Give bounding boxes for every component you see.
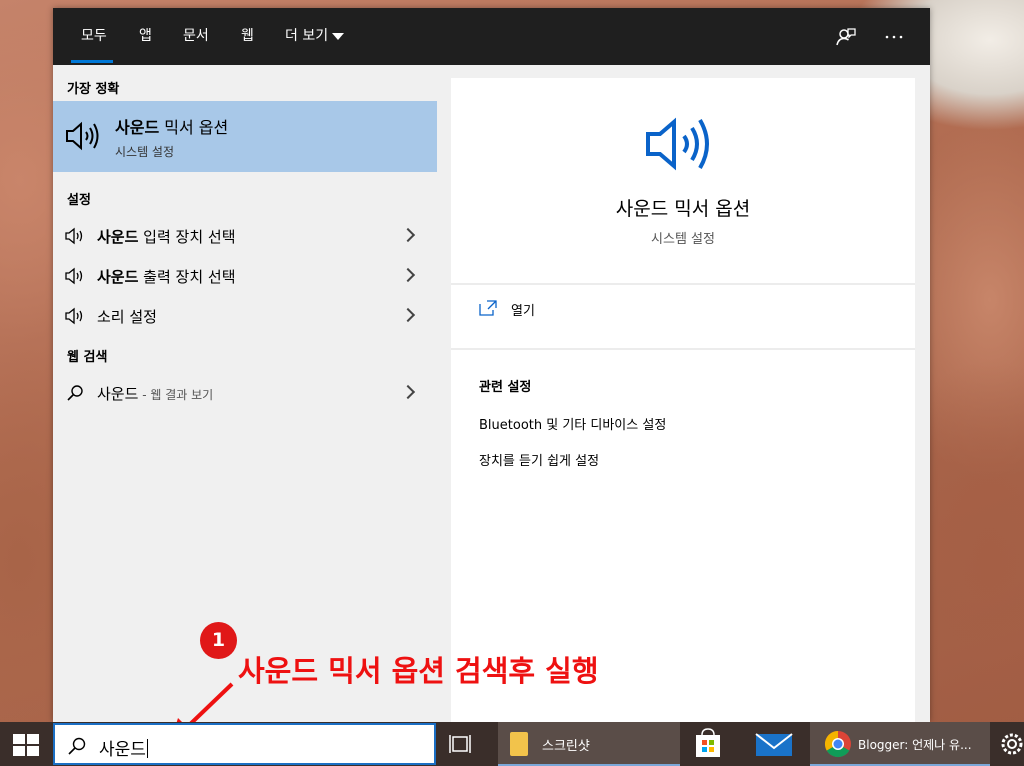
chevron-right-icon (400, 227, 416, 243)
chevron-down-icon (332, 32, 345, 40)
tab-documents[interactable]: 문서 (183, 24, 209, 48)
tab-more-label: 더 보기 (285, 28, 329, 44)
store-icon (696, 728, 720, 757)
text-cursor (146, 739, 148, 758)
related-link-hearing[interactable]: 장치를 듣기 쉽게 설정 (479, 450, 599, 469)
tab-all[interactable]: 모두 (81, 24, 107, 48)
task-view-icon (449, 735, 471, 753)
tab-more[interactable]: 더 보기 (285, 24, 345, 48)
mail-icon (755, 733, 793, 756)
best-match-result[interactable]: 사운드 믹서 옵션 시스템 설정 (53, 101, 437, 172)
folder-icon (510, 732, 528, 756)
taskbar-app-store[interactable] (688, 722, 728, 766)
speaker-icon (646, 117, 709, 171)
settings-item-label: 사운드 입력 장치 선택 (97, 228, 236, 246)
task-view-button[interactable] (444, 722, 478, 766)
search-filter-bar: 모두 앱 문서 웹 더 보기 (53, 8, 930, 65)
chevron-right-icon (400, 384, 416, 400)
settings-item-label: 사운드 출력 장치 선택 (97, 268, 236, 286)
settings-item-output-device[interactable]: 사운드 출력 장치 선택 (53, 258, 437, 294)
web-search-label: 사운드 - 웹 결과 보기 (97, 385, 214, 403)
taskbar-app-folder[interactable]: 스크린샷 (498, 722, 680, 766)
search-icon (67, 385, 83, 401)
search-icon (68, 737, 86, 755)
gear-icon (1001, 733, 1023, 755)
preview-subtitle: 시스템 설정 (651, 232, 715, 247)
search-query: 사운드 (99, 739, 148, 760)
settings-heading: 설정 (67, 193, 91, 208)
settings-item-sound-settings[interactable]: 소리 설정 (53, 298, 437, 334)
web-search-heading: 웹 검색 (67, 350, 108, 365)
preview-pane: 사운드 믹서 옵션 시스템 설정 열기 관련 설정 Bluetooth 및 기타… (451, 78, 915, 722)
related-link-bluetooth[interactable]: Bluetooth 및 기타 디바이스 설정 (479, 414, 666, 433)
taskbar-app-label: Blogger: 언제나 유... (858, 738, 972, 752)
taskbar-app-mail[interactable] (748, 722, 800, 766)
web-search-item[interactable]: 사운드 - 웹 결과 보기 (53, 375, 437, 411)
feedback-icon[interactable] (833, 24, 859, 50)
speaker-icon (65, 267, 83, 285)
settings-item-label: 소리 설정 (97, 308, 157, 326)
annotation-badge: 1 (200, 622, 237, 659)
speaker-icon (65, 227, 83, 245)
chrome-icon (824, 730, 851, 758)
annotation-text: 사운드 믹서 옵션 검색후 실행 (238, 654, 599, 688)
taskbar-app-chrome[interactable]: Blogger: 언제나 유... (810, 722, 990, 766)
preview-title: 사운드 믹서 옵션 (615, 198, 751, 220)
chevron-right-icon (400, 267, 416, 283)
settings-item-input-device[interactable]: 사운드 입력 장치 선택 (53, 218, 437, 254)
open-external-icon (479, 300, 497, 316)
chevron-right-icon (400, 307, 416, 323)
divider (451, 348, 915, 350)
related-settings-heading: 관련 설정 (479, 380, 532, 395)
start-button[interactable] (0, 722, 52, 766)
active-tab-indicator (71, 60, 113, 63)
windows-logo-icon (13, 734, 39, 756)
divider (451, 283, 915, 285)
speaker-icon (65, 307, 83, 325)
best-match-subtitle: 시스템 설정 (115, 145, 175, 159)
speaker-icon (66, 121, 99, 151)
best-match-title: 사운드 믹서 옵션 (115, 118, 229, 137)
open-label: 열기 (511, 304, 535, 319)
results-list: 가장 정확 사운드 믹서 옵션 시스템 설정 설정 사운드 입력 장치 선택 사… (53, 65, 437, 722)
tab-web[interactable]: 웹 (241, 24, 254, 48)
more-options-icon[interactable] (881, 24, 907, 50)
tab-apps[interactable]: 앱 (139, 24, 152, 48)
taskbar-search-input[interactable]: 사운드 (53, 723, 436, 765)
taskbar-app-label: 스크린샷 (542, 739, 590, 754)
taskbar-app-settings[interactable] (994, 722, 1024, 766)
taskbar: 사운드 스크린샷 Blogger: 언제나 유... (0, 722, 1024, 766)
best-match-heading: 가장 정확 (67, 82, 120, 97)
search-flyout: 모두 앱 문서 웹 더 보기 가장 정확 사운드 믹서 옵션 시스템 설정 설정… (53, 8, 930, 722)
